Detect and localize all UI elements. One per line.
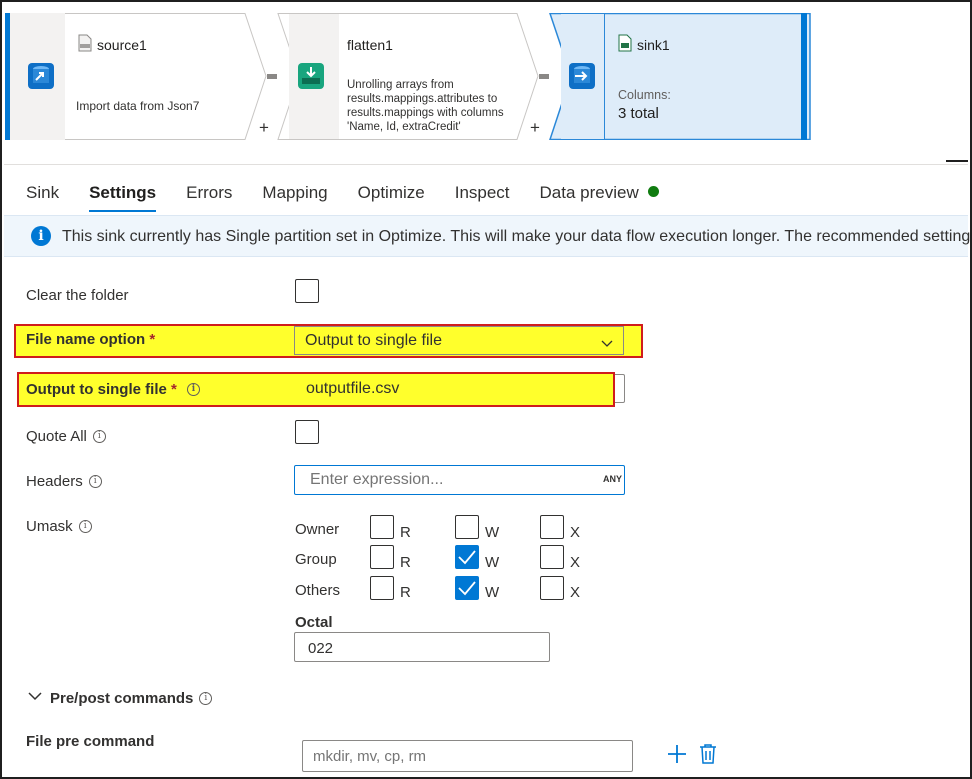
file-name-option-text: File name option <box>26 331 146 348</box>
execute-letter: X <box>570 554 581 571</box>
read-letter: R <box>400 554 411 571</box>
flatten-desc-line-3: results.mappings with columns <box>347 107 504 119</box>
file-name-option-value: Output to single file <box>305 332 442 349</box>
chevron-down-icon <box>28 688 42 705</box>
sink1-node[interactable]: sink1 Columns: 3 total <box>549 13 811 140</box>
tab-mapping[interactable]: Mapping <box>262 183 327 212</box>
status-dot-icon <box>647 186 659 197</box>
quote-all-text: Quote All <box>26 428 87 445</box>
file-pre-command-label: File pre command <box>26 733 155 750</box>
sink1-columns-label: Columns: <box>618 88 671 102</box>
sink-settings-screenshot: source1 Import data from Json7 + flatten… <box>0 0 972 779</box>
tab-sink[interactable]: Sink <box>26 183 59 212</box>
source-transform-icon <box>28 63 54 89</box>
any-type-badge: ANY <box>602 474 622 484</box>
output-single-file-text: Output to single file <box>26 381 167 398</box>
others-write-checkbox[interactable] <box>455 576 479 600</box>
tab-errors[interactable]: Errors <box>186 183 232 212</box>
flatten-desc-line-4: 'Name, Id, extraCredit' <box>347 121 461 133</box>
flatten1-node[interactable]: flatten1 Unrolling arrays from results.m… <box>277 13 539 140</box>
quote-all-label: Quote All i <box>26 428 106 445</box>
banner-message: This sink currently has Single partition… <box>62 228 971 245</box>
umask-others-label: Others <box>295 582 341 599</box>
add-icon[interactable] <box>667 744 687 769</box>
info-tooltip-icon[interactable]: i <box>78 520 92 533</box>
tab-settings[interactable]: Settings <box>89 183 157 212</box>
sink1-title: sink1 <box>637 37 670 53</box>
pre-post-commands-toggle[interactable]: Pre/post commands i <box>28 688 213 707</box>
execute-letter: X <box>570 584 581 601</box>
umask-group-label: Group <box>295 551 337 568</box>
settings-tab-bar: Sink Settings Errors Mapping Optimize In… <box>26 183 689 212</box>
headers-label: Headers i <box>26 473 102 490</box>
delete-icon[interactable] <box>699 743 717 769</box>
scroll-indicator <box>946 160 968 162</box>
add-after-source-button[interactable]: + <box>259 119 269 136</box>
source1-title: source1 <box>97 37 147 53</box>
flatten-desc-line-1: Unrolling arrays from <box>347 79 454 91</box>
source1-node[interactable]: source1 Import data from Json7 <box>5 13 267 140</box>
umask-label: Umask i <box>26 518 92 535</box>
checkmark-icon <box>458 581 476 596</box>
flatten1-description: Unrolling arrays from results.mappings.a… <box>347 78 504 134</box>
owner-read-checkbox[interactable] <box>370 515 394 539</box>
group-read-checkbox[interactable] <box>370 545 394 569</box>
flatten-transform-icon <box>298 63 324 89</box>
add-after-flatten-button[interactable]: + <box>530 119 540 136</box>
others-execute-checkbox[interactable] <box>540 576 564 600</box>
write-letter: W <box>485 524 500 541</box>
umask-owner-label: Owner <box>295 521 340 538</box>
read-letter: R <box>400 524 411 541</box>
owner-write-checkbox[interactable] <box>455 515 479 539</box>
file-name-option-dropdown[interactable]: Output to single file <box>294 326 624 355</box>
partition-info-banner: i This sink currently has Single partiti… <box>4 215 971 257</box>
checkmark-icon <box>458 550 476 565</box>
file-pre-command-input[interactable] <box>303 741 632 771</box>
read-letter: R <box>400 584 411 601</box>
group-execute-checkbox[interactable] <box>540 545 564 569</box>
sink-transform-icon <box>569 63 595 89</box>
output-file-name-input[interactable]: outputfile.csv <box>306 380 399 398</box>
file-pre-command-input-box <box>302 740 633 772</box>
octal-label: Octal <box>295 614 333 631</box>
sink1-columns-value: 3 total <box>618 105 659 122</box>
quote-all-checkbox[interactable] <box>295 420 319 444</box>
headers-expression-input-box: ANY <box>294 465 625 495</box>
flatten-desc-line-2: results.mappings.attributes to <box>347 93 498 105</box>
write-letter: W <box>485 584 500 601</box>
octal-value[interactable]: 022 <box>308 640 333 657</box>
owner-execute-checkbox[interactable] <box>540 515 564 539</box>
output-single-file-label: Output to single file * i <box>26 381 201 398</box>
source-icon-bar <box>5 13 65 140</box>
clear-folder-checkbox[interactable] <box>295 279 319 303</box>
csv-file-icon <box>618 34 632 57</box>
info-tooltip-icon[interactable]: i <box>92 430 106 443</box>
group-write-checkbox[interactable] <box>455 545 479 569</box>
chevron-down-icon <box>601 335 613 353</box>
info-tooltip-icon[interactable]: i <box>199 692 213 705</box>
tab-data-preview[interactable]: Data preview <box>540 183 659 212</box>
headers-expression-input[interactable] <box>295 466 624 494</box>
required-mark: * <box>171 381 177 398</box>
file-name-option-label: File name option * <box>26 331 155 348</box>
execute-letter: X <box>570 524 581 541</box>
source1-description: Import data from Json7 <box>76 99 200 113</box>
info-tooltip-icon[interactable]: i <box>187 383 201 396</box>
pre-post-commands-text: Pre/post commands <box>50 690 194 707</box>
tab-optimize[interactable]: Optimize <box>358 183 425 212</box>
tab-data-preview-label: Data preview <box>539 183 639 202</box>
clear-folder-label: Clear the folder <box>26 287 129 304</box>
info-icon: i <box>31 226 51 246</box>
headers-text: Headers <box>26 473 83 490</box>
info-tooltip-icon[interactable]: i <box>88 475 102 488</box>
flatten1-title: flatten1 <box>347 37 393 53</box>
others-read-checkbox[interactable] <box>370 576 394 600</box>
required-mark: * <box>149 331 156 348</box>
canvas-divider <box>4 164 968 165</box>
tab-inspect[interactable]: Inspect <box>455 183 510 212</box>
octal-input-box: 022 <box>294 632 550 662</box>
json-file-icon <box>77 34 93 57</box>
write-letter: W <box>485 554 500 571</box>
umask-text: Umask <box>26 518 73 535</box>
